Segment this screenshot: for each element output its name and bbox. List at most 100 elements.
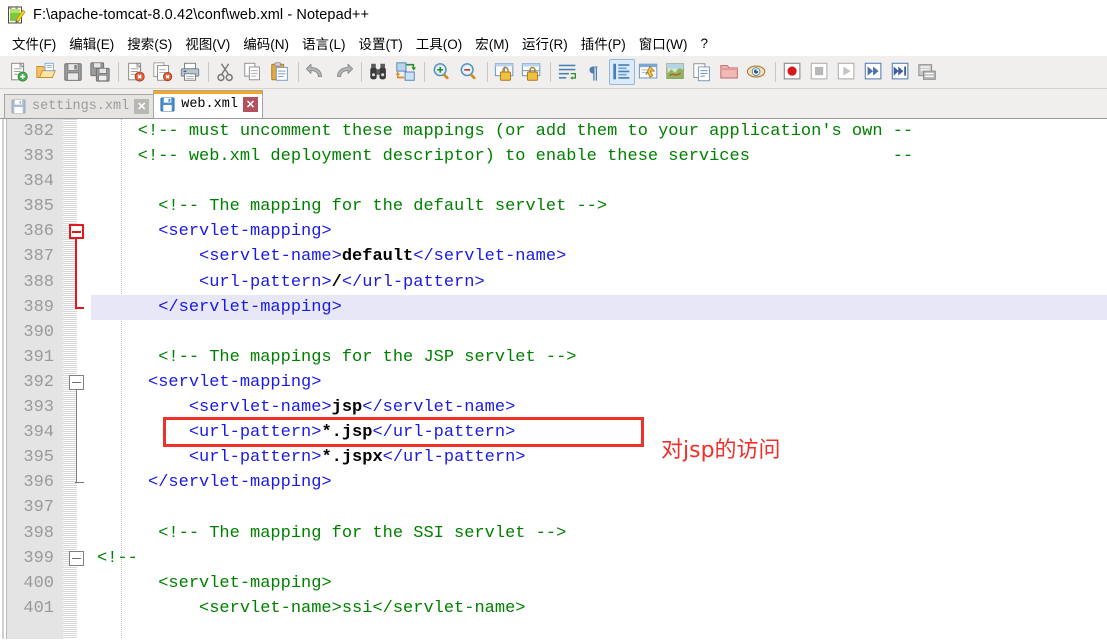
code-line[interactable]: <servlet-mapping> <box>91 370 1107 395</box>
close-file-icon[interactable] <box>123 59 149 85</box>
fold-marker[interactable] <box>69 224 84 240</box>
zoom-out-icon[interactable] <box>456 59 482 85</box>
code-line[interactable]: <!-- The mappings for the JSP servlet --… <box>91 345 1107 370</box>
menu-settings[interactable]: 设置(T) <box>353 30 410 56</box>
macro-playback-multiple-icon[interactable] <box>861 59 887 85</box>
line-number: 387 <box>23 247 54 267</box>
code-line[interactable] <box>91 169 1107 194</box>
save-disk-icon <box>160 97 175 112</box>
fold-marker-bar <box>72 557 81 559</box>
code-token-tag: <servlet-name> <box>97 398 332 418</box>
user-defined-dialog-icon[interactable] <box>636 59 662 85</box>
menu-search[interactable]: 搜索(S) <box>121 30 179 56</box>
save-all-icon[interactable] <box>87 59 113 85</box>
code-folding-column[interactable] <box>63 119 91 639</box>
code-line[interactable] <box>91 495 1107 520</box>
line-number: 386 <box>23 222 54 242</box>
menu-encoding[interactable]: 编码(N) <box>237 30 296 56</box>
macro-stop-icon[interactable] <box>807 59 833 85</box>
code-line[interactable]: <servlet-name>jsp</servlet-name> <box>91 395 1107 420</box>
line-number: 389 <box>23 297 54 317</box>
menu-view[interactable]: 视图(V) <box>179 30 237 56</box>
save-icon[interactable] <box>60 59 86 85</box>
code-text-area[interactable]: 对jsp的访问 <!-- must uncomment these mappin… <box>91 119 1107 639</box>
line-number: 400 <box>23 573 54 593</box>
code-line[interactable]: <url-pattern>*.jspx</url-pattern> <box>91 445 1107 470</box>
code-token-tag: </url-pattern> <box>372 423 516 443</box>
line-number: 393 <box>23 398 54 418</box>
code-token-comment: <!-- <box>97 548 138 568</box>
menu-macro[interactable]: 宏(M) <box>469 30 516 56</box>
code-line[interactable]: </servlet-mapping> <box>91 294 1107 320</box>
tab-close-icon[interactable]: ✕ <box>134 99 150 114</box>
fold-marker[interactable] <box>69 550 84 566</box>
menu-run[interactable]: 运行(R) <box>516 30 575 56</box>
indent-guide-icon[interactable] <box>609 59 635 85</box>
menu-tools[interactable]: 工具(O) <box>410 30 470 56</box>
code-token-tag: </url-pattern> <box>382 448 526 468</box>
toolbar-separator <box>775 62 776 82</box>
redo-arrow-icon[interactable] <box>330 59 356 85</box>
code-line[interactable]: <!-- <box>91 546 1107 571</box>
code-token-tag: <url-pattern> <box>97 448 322 468</box>
line-number-gutter: 382 383 384 385 386 387 388 389 390 391 392 393 394 3… <box>0 119 63 639</box>
function-list-icon[interactable] <box>690 59 716 85</box>
menu-file[interactable]: 文件(F) <box>6 30 63 56</box>
code-token-text: jsp <box>331 398 363 418</box>
code-line[interactable]: <!-- must uncomment these mappings (or a… <box>91 119 1107 144</box>
menu-edit[interactable]: 编辑(E) <box>63 30 121 56</box>
fold-marker-bar <box>72 382 81 383</box>
code-line[interactable]: <servlet-mapping> <box>91 219 1107 244</box>
code-line[interactable]: <url-pattern>/</url-pattern> <box>91 270 1107 295</box>
line-number: 395 <box>23 448 54 468</box>
macro-play-icon[interactable] <box>834 59 860 85</box>
copy-icon[interactable] <box>240 59 266 85</box>
macro-save-icon[interactable] <box>915 59 941 85</box>
folder-workspace-icon[interactable] <box>717 59 743 85</box>
zoom-in-icon[interactable] <box>429 59 455 85</box>
word-wrap-icon[interactable] <box>555 59 581 85</box>
menu-language[interactable]: 语言(L) <box>296 30 353 56</box>
code-token-tag: </servlet-name> <box>413 247 567 267</box>
new-file-icon[interactable] <box>6 59 32 85</box>
print-icon[interactable] <box>177 59 203 85</box>
tab-web-xml[interactable]: web.xml ✕ <box>153 90 263 118</box>
tab-label: web.xml <box>181 97 238 112</box>
code-line[interactable]: <url-pattern>*.jsp</url-pattern> <box>91 420 1107 445</box>
sync-vertical-scroll-icon[interactable] <box>492 59 518 85</box>
code-line[interactable]: <!-- The mapping for the SSI servlet --> <box>91 521 1107 546</box>
tab-close-icon[interactable]: ✕ <box>242 97 258 112</box>
show-all-chars-icon[interactable]: ¶ <box>582 59 608 85</box>
code-token-text: *.jspx <box>321 448 383 468</box>
replace-icon[interactable] <box>393 59 419 85</box>
code-line[interactable]: <!-- web.xml deployment descriptor) to e… <box>91 144 1107 169</box>
close-all-files-icon[interactable] <box>150 59 176 85</box>
find-binoculars-icon[interactable] <box>366 59 392 85</box>
editor-area[interactable]: 382 383 384 385 386 387 388 389 390 391 392 393 394 3… <box>0 119 1107 639</box>
cut-scissors-icon[interactable] <box>213 59 239 85</box>
code-line[interactable]: <servlet-name>default</servlet-name> <box>91 244 1107 269</box>
menu-plugins[interactable]: 插件(P) <box>575 30 633 56</box>
document-map-icon[interactable] <box>663 59 689 85</box>
toolbar-separator <box>487 62 488 82</box>
paste-icon[interactable] <box>267 59 293 85</box>
tab-label: settings.xml <box>32 99 130 114</box>
menu-help[interactable]: ? <box>694 33 715 54</box>
tab-settings-xml[interactable]: settings.xml ✕ <box>4 94 155 118</box>
code-line[interactable]: <servlet-mapping> <box>91 571 1107 596</box>
line-number: 398 <box>23 523 54 543</box>
monitoring-eye-icon[interactable] <box>744 59 770 85</box>
macro-run-multiple-icon[interactable] <box>888 59 914 85</box>
sync-horizontal-scroll-icon[interactable] <box>519 59 545 85</box>
code-token-text: default <box>341 247 414 267</box>
line-number: 385 <box>23 197 54 217</box>
menu-window[interactable]: 窗口(W) <box>633 30 695 56</box>
code-line[interactable]: <!-- The mapping for the default servlet… <box>91 194 1107 219</box>
code-line[interactable]: </servlet-mapping> <box>91 470 1107 495</box>
open-folder-icon[interactable] <box>33 59 59 85</box>
undo-arrow-icon[interactable] <box>303 59 329 85</box>
macro-record-icon[interactable] <box>780 59 806 85</box>
fold-marker[interactable] <box>69 375 84 390</box>
code-line[interactable]: <servlet-name>ssi</servlet-name> <box>91 596 1107 621</box>
code-line[interactable] <box>91 320 1107 345</box>
